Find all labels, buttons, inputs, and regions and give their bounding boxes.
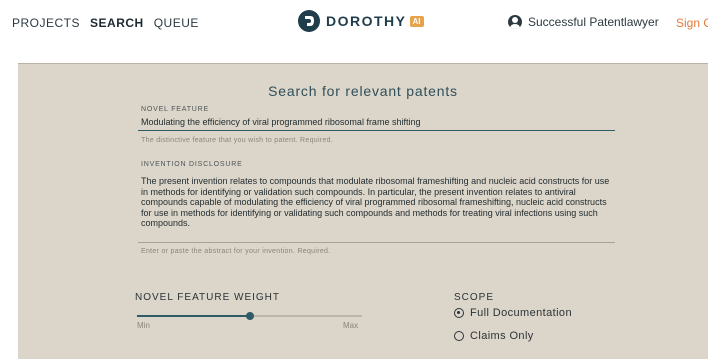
weight-slider[interactable] [137,312,362,320]
novel-feature-underline [138,130,615,131]
weight-min-label: Min [137,321,150,330]
brand-logo[interactable]: DOROTHY AI [298,10,424,32]
disclosure-underline [138,242,615,243]
scope-option-label: Claims Only [470,330,534,342]
user-menu[interactable]: Successful Patentlawyer [508,15,659,29]
scope-option-claims-only[interactable]: Claims Only [454,330,534,342]
dorothy-logo-icon [298,10,320,32]
search-form-panel: Search for relevant patents NOVEL FEATUR… [18,63,708,359]
novel-feature-helper: The distinctive feature that you wish to… [141,137,334,144]
scope-option-full-documentation[interactable]: Full Documentation [454,307,572,319]
radio-unchecked-icon[interactable] [454,331,464,341]
brand-name: DOROTHY [326,13,407,29]
scope-label: SCOPE [454,292,495,303]
novel-feature-label: NOVEL FEATURE [141,106,209,113]
user-name: Successful Patentlawyer [528,15,659,29]
novel-feature-input[interactable]: Modulating the efficiency of viral progr… [141,117,420,127]
weight-slider-handle[interactable] [245,312,254,320]
disclosure-label: INVENTION DISCLOSURE [141,161,243,168]
disclosure-textarea[interactable]: The present invention relates to compoun… [141,176,616,229]
brand-badge: AI [409,15,424,27]
user-account-icon [508,15,522,29]
nav-projects[interactable]: PROJECTS [12,16,80,30]
weight-slider-fill [137,315,250,317]
top-navigation-bar: PROJECTS SEARCH QUEUE DOROTHY AI Success… [0,0,708,50]
radio-checked-icon[interactable] [454,308,464,318]
disclosure-helper: Enter or paste the abstract for your inv… [141,248,331,255]
page-title: Search for relevant patents [268,83,458,99]
sign-out-link[interactable]: Sign O [676,16,708,30]
weight-max-label: Max [343,321,359,330]
nav-search[interactable]: SEARCH [90,16,144,30]
nav-queue[interactable]: QUEUE [154,16,199,30]
scope-option-label: Full Documentation [470,307,572,319]
main-nav: PROJECTS SEARCH QUEUE [12,16,199,30]
weight-label: NOVEL FEATURE WEIGHT [135,292,281,303]
